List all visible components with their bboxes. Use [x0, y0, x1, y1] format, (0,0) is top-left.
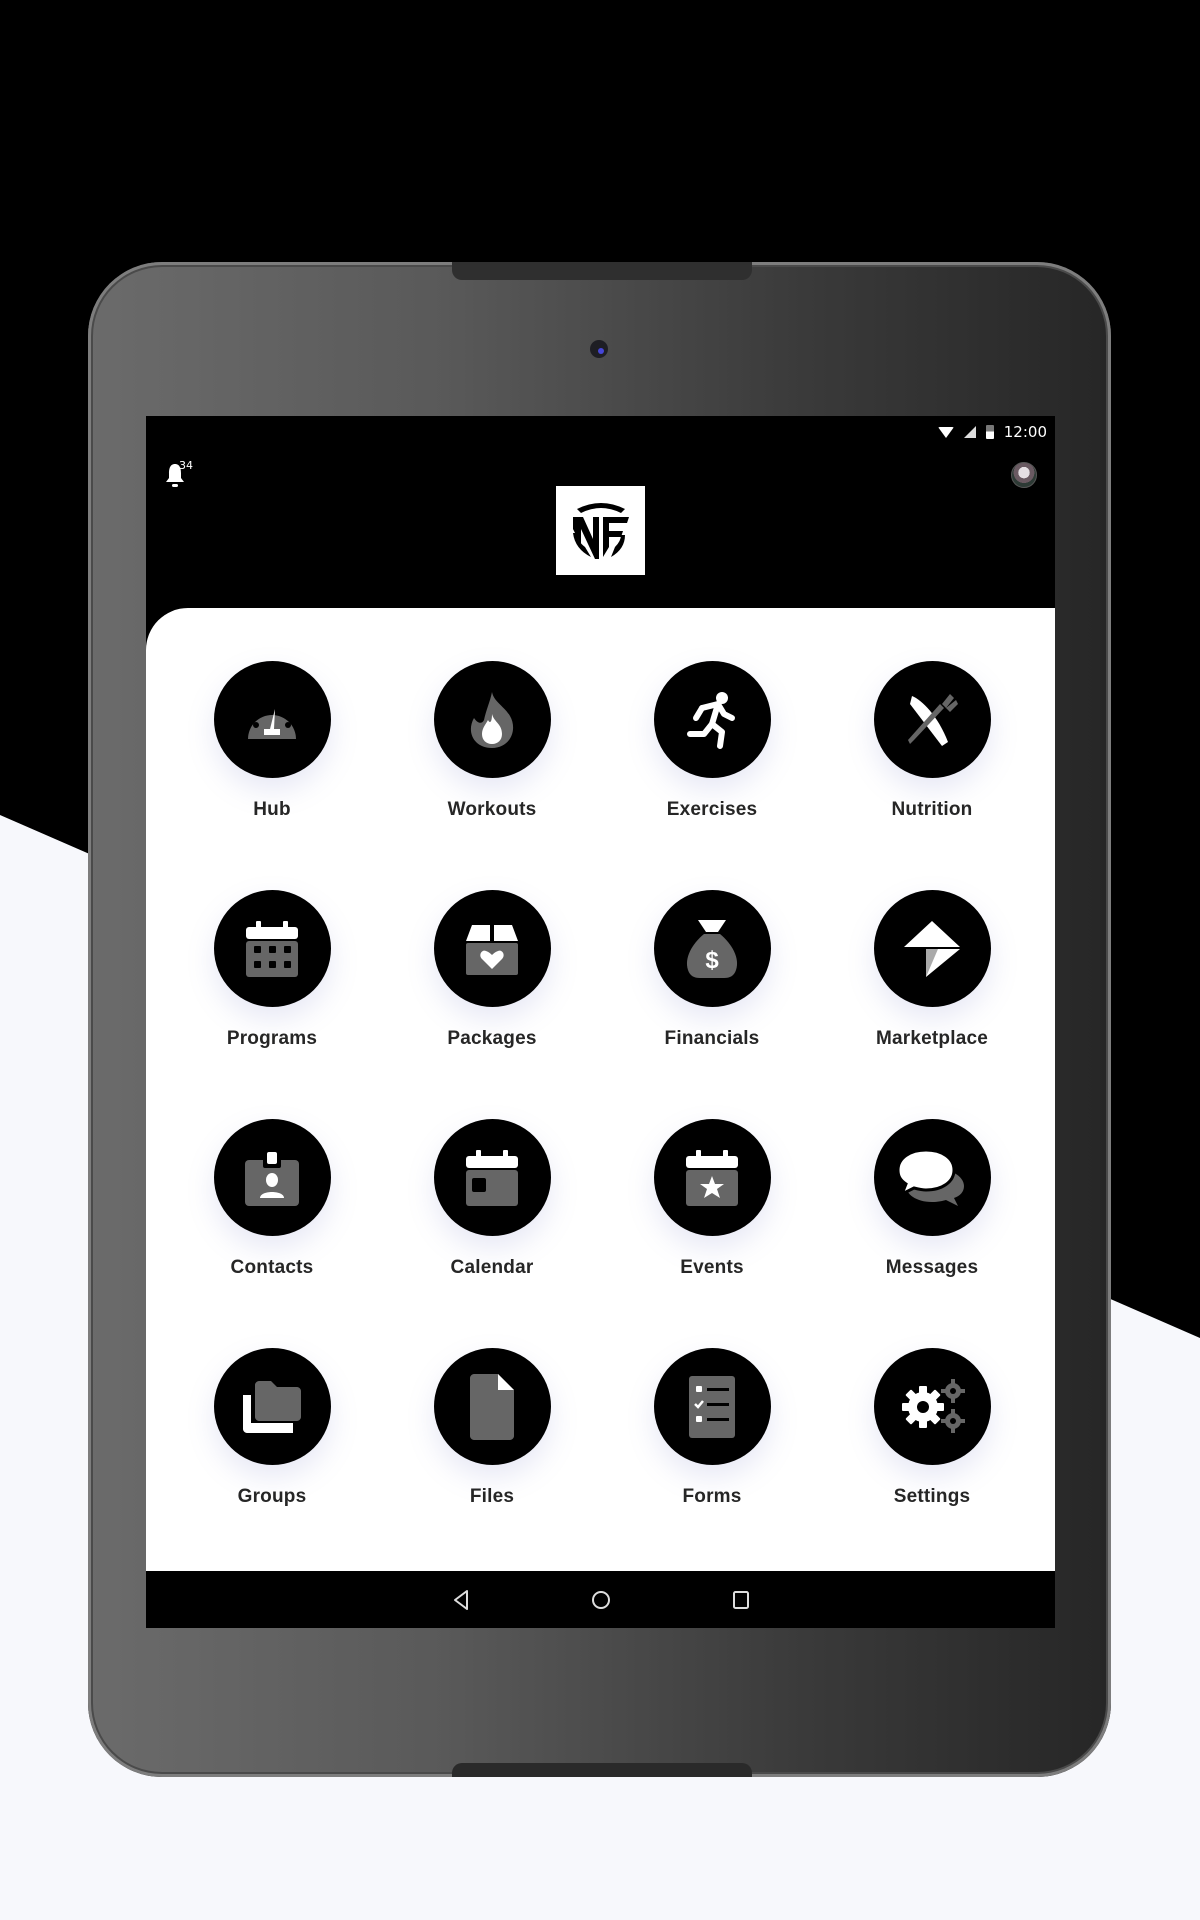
menu-item-workouts[interactable]: Workouts [402, 661, 582, 841]
recents-button[interactable] [727, 1586, 755, 1614]
menu-item-label: Packages [447, 1028, 537, 1049]
chat-bubbles-icon [896, 1147, 964, 1206]
menu-item-marketplace[interactable]: Marketplace [842, 890, 1022, 1070]
contact-badge-icon [245, 1149, 299, 1206]
tablet-bottom-edge [452, 1763, 752, 1777]
menu-item-settings[interactable]: Settings [842, 1348, 1022, 1528]
menu-item-label: Exercises [666, 799, 758, 820]
menu-item-label: Workouts [447, 799, 537, 820]
svg-text:$: $ [705, 947, 719, 974]
menu-item-hub[interactable]: Hub [182, 661, 362, 841]
menu-icon-circle [433, 1119, 551, 1236]
checklist-icon [689, 1375, 735, 1438]
menu-icon-circle [433, 1348, 551, 1465]
menu-icon-circle [653, 661, 771, 778]
menu-icon-circle [653, 1119, 771, 1236]
menu-icon-circle [213, 1119, 331, 1236]
menu-item-messages[interactable]: Messages [842, 1119, 1022, 1299]
menu-icon-circle [433, 890, 551, 1007]
menu-item-label: Events [680, 1257, 744, 1278]
menu-item-programs[interactable]: Programs [182, 890, 362, 1070]
menu-icon-circle [873, 661, 991, 778]
menu-item-label: Forms [682, 1486, 742, 1507]
back-button[interactable] [447, 1586, 475, 1614]
menu-item-label: Programs [226, 1028, 318, 1049]
menu-icon-circle: $ [653, 890, 771, 1007]
menu-item-label: Nutrition [891, 799, 973, 820]
marketplace-arrow-icon [904, 920, 960, 977]
user-avatar[interactable] [1011, 462, 1037, 488]
menu-item-label: Calendar [450, 1257, 534, 1278]
signal-icon [963, 426, 976, 438]
gears-icon [902, 1378, 965, 1433]
menu-item-events[interactable]: Events [622, 1119, 802, 1299]
tablet-top-edge [452, 262, 752, 280]
file-icon [470, 1373, 514, 1440]
back-triangle-icon [453, 1589, 468, 1610]
menu-item-label: Messages [885, 1257, 979, 1278]
status-bar: 12:00 [937, 422, 1047, 442]
menu-item-label: Groups [237, 1486, 307, 1507]
menu-item-contacts[interactable]: Contacts [182, 1119, 362, 1299]
status-time: 12:00 [1003, 423, 1047, 441]
menu-item-groups[interactable]: Groups [182, 1348, 362, 1528]
logo-mark-icon [572, 502, 629, 559]
menu-item-label: Marketplace [875, 1028, 989, 1049]
calendar-grid-icon [246, 920, 298, 977]
running-person-icon [687, 691, 735, 749]
menu-panel: Hub Workouts Exercises Nutrition Program… [146, 608, 1055, 1571]
menu-icon-circle [213, 1348, 331, 1465]
notification-count-badge: 34 [179, 459, 193, 472]
menu-icon-circle [873, 1348, 991, 1465]
menu-item-forms[interactable]: Forms [622, 1348, 802, 1528]
menu-icon-circle [433, 661, 551, 778]
menu-item-files[interactable]: Files [402, 1348, 582, 1528]
menu-item-financials[interactable]: $ Financials [622, 890, 802, 1070]
notifications-button[interactable]: 34 [164, 459, 198, 492]
money-bag-icon: $ [686, 919, 738, 978]
wifi-icon [937, 426, 954, 438]
menu-item-nutrition[interactable]: Nutrition [842, 661, 1022, 841]
recents-square-icon [732, 1590, 749, 1609]
home-circle-icon [591, 1590, 610, 1609]
menu-icon-circle [213, 890, 331, 1007]
menu-icon-circle [213, 661, 331, 778]
flame-icon [470, 691, 514, 748]
menu-item-label: Files [469, 1486, 515, 1507]
menu-item-label: Settings [893, 1486, 971, 1507]
app-screen: 12:00 34 Hub Workouts Exercises Nutritio… [146, 416, 1055, 1628]
menu-item-exercises[interactable]: Exercises [622, 661, 802, 841]
calendar-icon [466, 1149, 518, 1206]
menu-icon-circle [653, 1348, 771, 1465]
box-heart-icon [466, 924, 518, 975]
fork-knife-icon [908, 693, 958, 746]
android-nav-bar [146, 1571, 1055, 1628]
menu-item-label: Hub [253, 799, 291, 820]
menu-item-label: Financials [664, 1028, 760, 1049]
camera-icon [590, 340, 608, 358]
menu-item-packages[interactable]: Packages [402, 890, 582, 1070]
menu-icon-circle [873, 1119, 991, 1236]
menu-item-label: Contacts [230, 1257, 314, 1278]
menu-item-calendar[interactable]: Calendar [402, 1119, 582, 1299]
home-button[interactable] [587, 1586, 615, 1614]
dashboard-gauge-icon [248, 703, 296, 739]
menu-icon-circle [873, 890, 991, 1007]
battery-icon [985, 425, 994, 439]
app-logo [556, 486, 645, 575]
calendar-star-icon [686, 1149, 738, 1206]
folders-icon [243, 1380, 301, 1433]
